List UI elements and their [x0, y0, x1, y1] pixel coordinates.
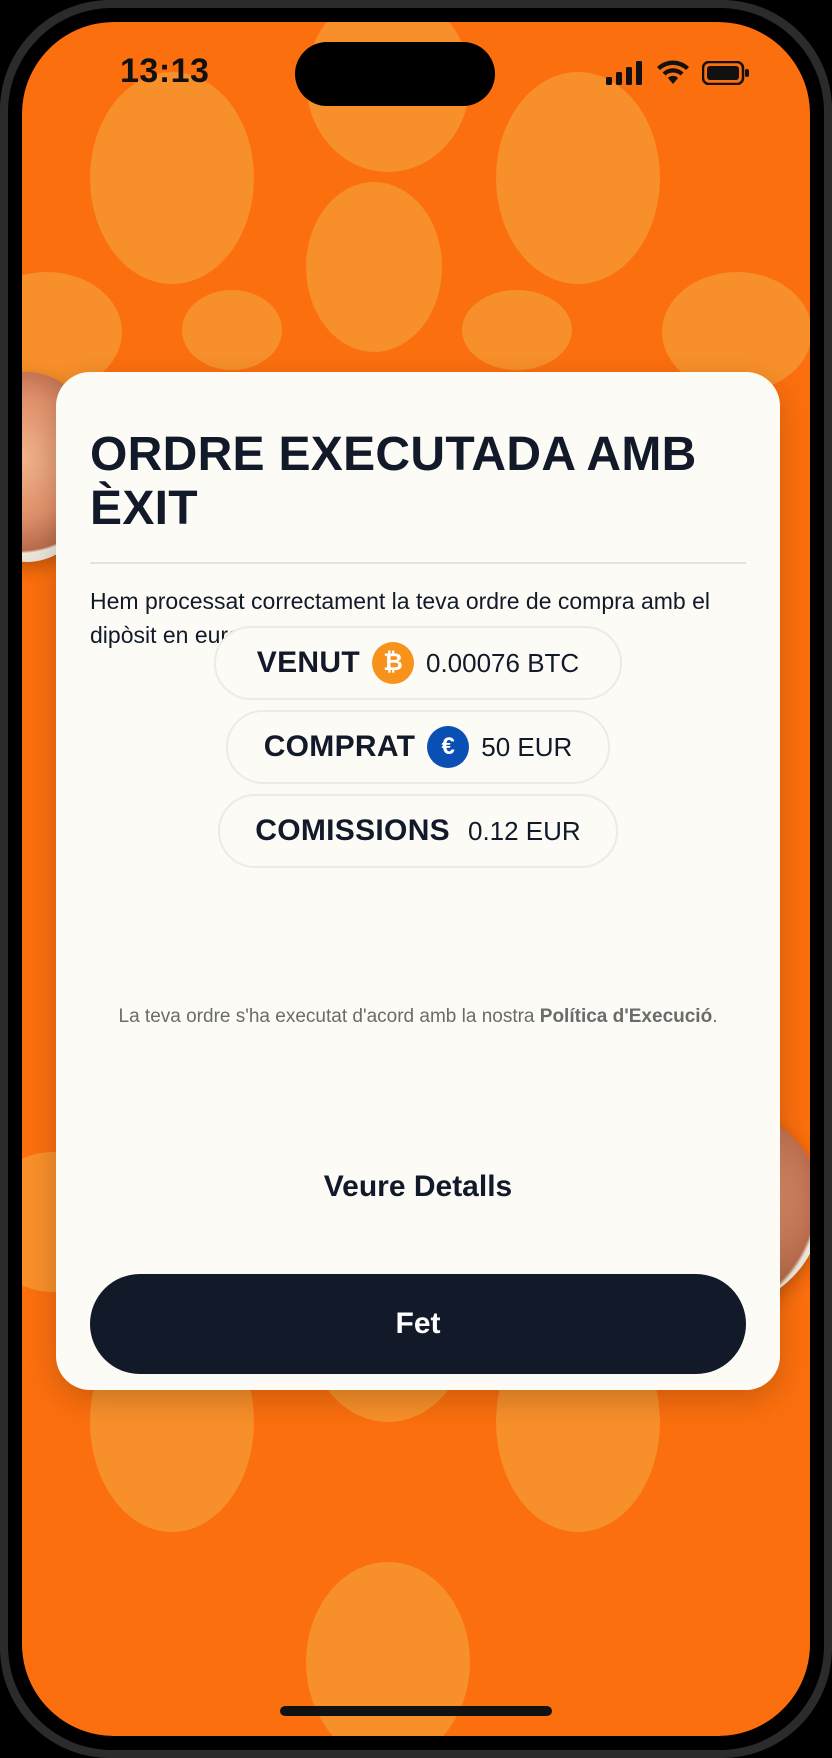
bg-blob: [90, 72, 254, 284]
euro-icon: €: [427, 726, 470, 768]
bg-blob: [182, 290, 282, 370]
bg-blob: [306, 182, 442, 352]
bought-label: COMPRAT: [263, 730, 416, 763]
execution-policy-link[interactable]: Política d'Execució: [540, 1006, 712, 1027]
fees-label: COMISSIONS: [255, 814, 450, 847]
status-icons: [606, 60, 750, 86]
battery-icon: [702, 61, 749, 85]
sold-value: 0.00076 BTC: [425, 647, 580, 678]
dynamic-island: [295, 42, 495, 106]
sold-row: VENUT ₿ 0.00076 BTC: [214, 626, 622, 700]
bought-value: 50 EUR: [481, 731, 573, 762]
execution-policy-note: La teva ordre s'ha executat d'acord amb …: [116, 1002, 720, 1032]
view-details-link[interactable]: Veure Detalls: [56, 1170, 780, 1204]
order-success-dialog: ORDRE EXECUTADA AMB ÈXIT Hem processat c…: [56, 372, 780, 1390]
divider: [90, 562, 746, 564]
dialog-title: ORDRE EXECUTADA AMB ÈXIT: [90, 428, 697, 535]
signal-icon: [606, 61, 642, 85]
bought-row: COMPRAT € 50 EUR: [226, 710, 610, 784]
app-screen: 13:13 ORDRE EXECUTADA AMB ÈXIT Hem proce…: [22, 22, 810, 1736]
bg-blob: [462, 290, 572, 370]
policy-text: La teva ordre s'ha executat d'acord amb …: [118, 1006, 540, 1027]
bg-blob: [496, 72, 660, 284]
bitcoin-icon: ₿: [371, 642, 414, 684]
status-time: 13:13: [120, 52, 210, 90]
policy-end: .: [712, 1006, 718, 1027]
phone-frame: 13:13 ORDRE EXECUTADA AMB ÈXIT Hem proce…: [0, 0, 832, 1758]
home-indicator[interactable]: [280, 1706, 552, 1716]
fees-value: 0.12 EUR: [467, 815, 581, 846]
done-button[interactable]: Fet: [90, 1274, 746, 1374]
fees-row: COMISSIONS 0.12 EUR: [218, 794, 618, 868]
sold-label: VENUT: [256, 646, 360, 679]
wifi-icon: [657, 60, 689, 84]
